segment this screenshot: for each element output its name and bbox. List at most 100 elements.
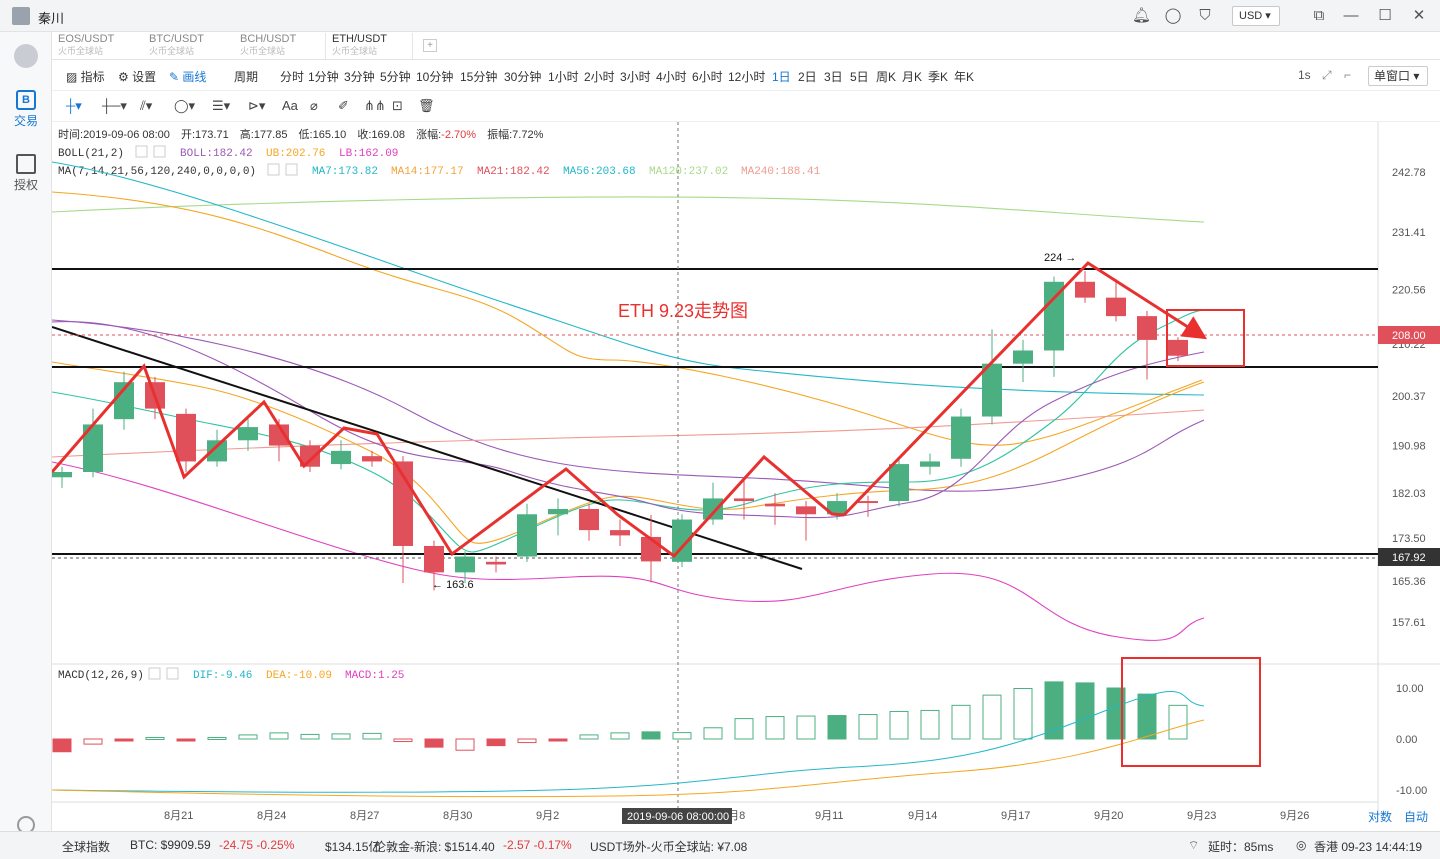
period-4[interactable]: 10分钟: [416, 68, 453, 85]
macd-bar: [517, 738, 537, 744]
globe-icon: ◎: [1296, 838, 1307, 852]
tab-eos[interactable]: EOS/USDT 火币全球站: [52, 33, 140, 59]
global-index-label[interactable]: 全球指数: [62, 838, 110, 855]
fib-icon[interactable]: ☰▾: [212, 98, 230, 114]
period-10[interactable]: 4小时: [656, 68, 687, 85]
candle-body: [238, 427, 258, 441]
time-tick: 8月21: [164, 810, 193, 822]
period-19[interactable]: 季K: [928, 68, 948, 85]
time-tick: 8月24: [257, 810, 286, 822]
lock-icon[interactable]: ⊡: [392, 98, 403, 114]
maximize-icon[interactable]: ☐: [1376, 7, 1394, 25]
crosshair-icon[interactable]: ┼▾: [66, 98, 82, 114]
period-17[interactable]: 周K: [876, 68, 896, 85]
minimize-icon[interactable]: —: [1342, 7, 1360, 25]
indicators-button[interactable]: ▨ 指标: [66, 68, 105, 85]
currency-select[interactable]: USD ▾: [1232, 6, 1280, 26]
chart-area[interactable]: 242.78231.41220.56210.22200.37190.98182.…: [52, 122, 1440, 831]
sidebar-item-trade[interactable]: B 交易: [0, 90, 52, 129]
period-5[interactable]: 15分钟: [460, 68, 497, 85]
pattern-icon[interactable]: ⋔⋔: [364, 98, 386, 114]
svg-text:MA7:173.82: MA7:173.82: [312, 166, 378, 178]
period-18[interactable]: 月K: [902, 68, 922, 85]
trash-icon[interactable]: 🗑︎: [418, 98, 435, 114]
candle-body: [176, 413, 196, 462]
hline-icon[interactable]: ┼─▾: [102, 98, 127, 114]
period-13[interactable]: 1日: [772, 68, 791, 85]
period-6[interactable]: 30分钟: [504, 68, 541, 85]
close-icon[interactable]: ✕: [1410, 7, 1428, 25]
macd-bar: [982, 694, 1002, 740]
circle-icon[interactable]: ◯▾: [174, 98, 195, 114]
period-9[interactable]: 3小时: [620, 68, 651, 85]
tab-eth[interactable]: ETH/USDT 火币全球站: [325, 33, 413, 59]
sidebar-item-auth[interactable]: 授权: [0, 154, 52, 193]
price-tick: 242.78: [1392, 167, 1426, 179]
period-20[interactable]: 年K: [954, 68, 974, 85]
boll-close-icon[interactable]: [153, 145, 166, 158]
svg-text:MA240:188.41: MA240:188.41: [741, 166, 821, 178]
bell-icon[interactable]: 🔔︎: [1132, 7, 1151, 25]
macd-bar: [1075, 682, 1095, 740]
time-axis: 8月218月248月278月309月29月59月89月119月149月179月2…: [164, 810, 1309, 822]
boll-settings-icon[interactable]: [135, 145, 148, 158]
candle-body: [517, 514, 537, 557]
refresh-rate[interactable]: 1s: [1298, 68, 1311, 82]
avatar[interactable]: [12, 7, 30, 25]
macd-bar: [52, 738, 72, 753]
macd-bar: [424, 738, 444, 748]
price-tick: 200.37: [1392, 391, 1426, 403]
key-icon: [16, 154, 36, 174]
svg-text:MA120:237.02: MA120:237.02: [649, 166, 728, 178]
period-15[interactable]: 3日: [824, 68, 843, 85]
period-14[interactable]: 2日: [798, 68, 817, 85]
brush-icon[interactable]: ✐: [338, 98, 349, 114]
ma-settings-icon[interactable]: [267, 163, 280, 176]
latency: 延时：85ms: [1208, 840, 1274, 854]
svg-text:MA56:203.68: MA56:203.68: [563, 166, 636, 178]
candle-body: [951, 416, 971, 459]
period-7[interactable]: 1小时: [548, 68, 579, 85]
add-tab-button[interactable]: +: [423, 39, 437, 52]
auto-scale-button[interactable]: 自动: [1404, 810, 1428, 824]
svg-text:DEA:-10.09: DEA:-10.09: [266, 670, 332, 682]
price-tick: 231.41: [1392, 227, 1426, 239]
period-2[interactable]: 3分钟: [344, 68, 375, 85]
period-11[interactable]: 6小时: [692, 68, 723, 85]
candle-body: [1168, 339, 1188, 356]
text-tool-icon[interactable]: Aa: [282, 98, 298, 113]
macd-bar: [734, 718, 754, 740]
window-mode-select[interactable]: 单窗口 ▾: [1368, 66, 1428, 86]
trendline-icon[interactable]: ⫽▾: [140, 98, 152, 114]
settings-button[interactable]: ⚙ 设置: [118, 68, 156, 85]
tab-bch[interactable]: BCH/USDT 火币全球站: [234, 33, 322, 59]
period-12[interactable]: 12小时: [728, 68, 765, 85]
candle-body: [579, 508, 599, 531]
macd-bar: [176, 738, 196, 742]
macd-settings-icon[interactable]: [148, 667, 161, 680]
shirt-icon[interactable]: ⛉: [1196, 7, 1214, 25]
measure-icon[interactable]: ⌀: [310, 98, 318, 114]
macd-bar: [672, 732, 692, 740]
macd-bar: [393, 738, 413, 743]
time-tick: 9月14: [908, 810, 937, 822]
high-label: 224 →: [1044, 252, 1076, 264]
period-8[interactable]: 2小时: [584, 68, 615, 85]
chat-icon[interactable]: ◯: [1164, 7, 1182, 25]
ma-close-icon[interactable]: [285, 163, 298, 176]
period-16[interactable]: 5日: [850, 68, 869, 85]
fullscreen-icon[interactable]: ⤢: [1322, 68, 1332, 83]
layout-icon[interactable]: ⌐: [1344, 68, 1351, 82]
period-1[interactable]: 1分钟: [308, 68, 339, 85]
candle-body: [858, 501, 878, 504]
period-3[interactable]: 5分钟: [380, 68, 411, 85]
tab-btc[interactable]: BTC/USDT 火币全球站: [143, 33, 231, 59]
svg-text:2019-09-06 08:00:00: 2019-09-06 08:00:00: [627, 811, 729, 823]
period-0[interactable]: 分时: [280, 68, 304, 85]
export-icon[interactable]: ⧉: [1310, 7, 1328, 25]
candle-body: [610, 530, 630, 536]
draw-button[interactable]: ✎ 画线: [169, 68, 206, 85]
arrow-tool-icon[interactable]: ⊳▾: [248, 98, 265, 114]
macd-close-icon[interactable]: [166, 667, 179, 680]
log-scale-button[interactable]: 对数: [1368, 809, 1392, 824]
